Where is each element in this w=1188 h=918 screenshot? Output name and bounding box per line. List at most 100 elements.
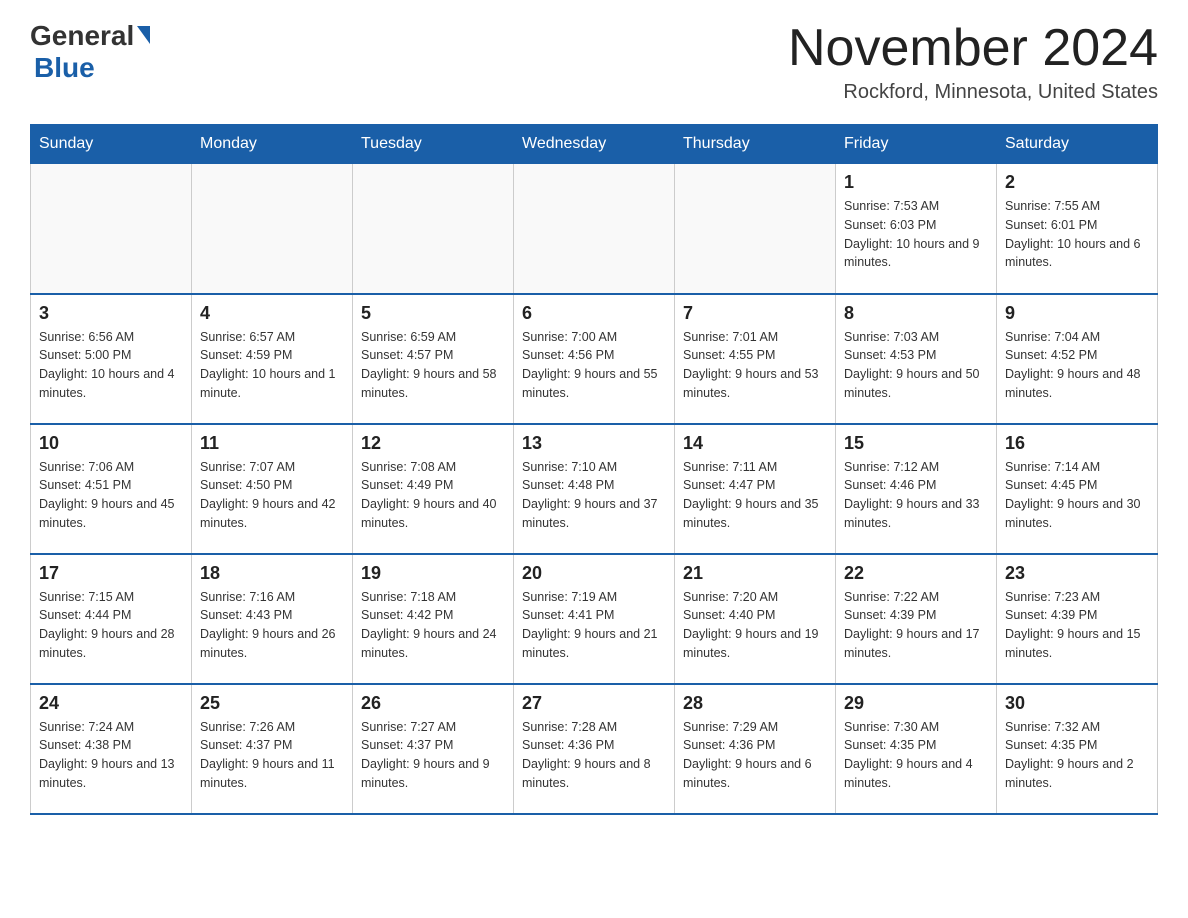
- day-number: 12: [361, 433, 505, 454]
- day-info: Sunrise: 7:00 AMSunset: 4:56 PMDaylight:…: [522, 328, 666, 403]
- day-info: Sunrise: 7:22 AMSunset: 4:39 PMDaylight:…: [844, 588, 988, 663]
- day-info: Sunrise: 7:19 AMSunset: 4:41 PMDaylight:…: [522, 588, 666, 663]
- day-info: Sunrise: 7:24 AMSunset: 4:38 PMDaylight:…: [39, 718, 183, 793]
- day-info: Sunrise: 7:28 AMSunset: 4:36 PMDaylight:…: [522, 718, 666, 793]
- calendar-cell: [675, 164, 836, 294]
- calendar-cell: 18 Sunrise: 7:16 AMSunset: 4:43 PMDayligh…: [192, 554, 353, 684]
- calendar-cell: 13 Sunrise: 7:10 AMSunset: 4:48 PMDayligh…: [514, 424, 675, 554]
- week-row-1: 1 Sunrise: 7:53 AMSunset: 6:03 PMDaylight…: [31, 164, 1158, 294]
- day-number: 27: [522, 693, 666, 714]
- header: General Blue November 2024 Rockford, Min…: [30, 20, 1158, 104]
- calendar-cell: 17 Sunrise: 7:15 AMSunset: 4:44 PMDayligh…: [31, 554, 192, 684]
- calendar-cell: 20 Sunrise: 7:19 AMSunset: 4:41 PMDayligh…: [514, 554, 675, 684]
- day-info: Sunrise: 7:14 AMSunset: 4:45 PMDaylight:…: [1005, 458, 1149, 533]
- calendar-cell: 7Sunrise: 7:01 AMSunset: 4:55 PMDaylight…: [675, 294, 836, 424]
- calendar-cell: 27 Sunrise: 7:28 AMSunset: 4:36 PMDayligh…: [514, 684, 675, 814]
- calendar-cell: 1 Sunrise: 7:53 AMSunset: 6:03 PMDaylight…: [836, 164, 997, 294]
- day-number: 4: [200, 303, 344, 324]
- day-info: Sunrise: 7:23 AMSunset: 4:39 PMDaylight:…: [1005, 588, 1149, 663]
- calendar-cell: 5 Sunrise: 6:59 AMSunset: 4:57 PMDaylight…: [353, 294, 514, 424]
- calendar-cell: 14 Sunrise: 7:11 AMSunset: 4:47 PMDayligh…: [675, 424, 836, 554]
- day-info: Sunrise: 7:04 AMSunset: 4:52 PMDaylight:…: [1005, 328, 1149, 403]
- calendar-cell: 10Sunrise: 7:06 AMSunset: 4:51 PMDayligh…: [31, 424, 192, 554]
- day-info: Sunrise: 7:27 AMSunset: 4:37 PMDaylight:…: [361, 718, 505, 793]
- day-info: Sunrise: 7:08 AMSunset: 4:49 PMDaylight:…: [361, 458, 505, 533]
- calendar-cell: [192, 164, 353, 294]
- weekday-header-thursday: Thursday: [675, 125, 836, 164]
- week-row-2: 3 Sunrise: 6:56 AMSunset: 5:00 PMDaylight…: [31, 294, 1158, 424]
- day-info: Sunrise: 7:29 AMSunset: 4:36 PMDaylight:…: [683, 718, 827, 793]
- day-number: 15: [844, 433, 988, 454]
- logo-general-text: General: [30, 20, 134, 52]
- day-info: Sunrise: 7:55 AMSunset: 6:01 PMDaylight:…: [1005, 197, 1149, 272]
- day-info: Sunrise: 7:10 AMSunset: 4:48 PMDaylight:…: [522, 458, 666, 533]
- day-info: Sunrise: 7:18 AMSunset: 4:42 PMDaylight:…: [361, 588, 505, 663]
- day-info: Sunrise: 7:16 AMSunset: 4:43 PMDaylight:…: [200, 588, 344, 663]
- calendar-cell: 15 Sunrise: 7:12 AMSunset: 4:46 PMDayligh…: [836, 424, 997, 554]
- week-row-5: 24Sunrise: 7:24 AMSunset: 4:38 PMDayligh…: [31, 684, 1158, 814]
- calendar-cell: 9Sunrise: 7:04 AMSunset: 4:52 PMDaylight…: [997, 294, 1158, 424]
- week-row-3: 10Sunrise: 7:06 AMSunset: 4:51 PMDayligh…: [31, 424, 1158, 554]
- weekday-header-monday: Monday: [192, 125, 353, 164]
- calendar-cell: [514, 164, 675, 294]
- weekday-header-sunday: Sunday: [31, 125, 192, 164]
- day-number: 14: [683, 433, 827, 454]
- day-number: 17: [39, 563, 183, 584]
- day-number: 13: [522, 433, 666, 454]
- day-number: 28: [683, 693, 827, 714]
- day-number: 23: [1005, 563, 1149, 584]
- calendar-cell: 8 Sunrise: 7:03 AMSunset: 4:53 PMDaylight…: [836, 294, 997, 424]
- day-number: 30: [1005, 693, 1149, 714]
- day-number: 3: [39, 303, 183, 324]
- calendar-cell: 28 Sunrise: 7:29 AMSunset: 4:36 PMDayligh…: [675, 684, 836, 814]
- day-info: Sunrise: 7:15 AMSunset: 4:44 PMDaylight:…: [39, 588, 183, 663]
- day-info: Sunrise: 7:20 AMSunset: 4:40 PMDaylight:…: [683, 588, 827, 663]
- day-number: 16: [1005, 433, 1149, 454]
- day-info: Sunrise: 7:12 AMSunset: 4:46 PMDaylight:…: [844, 458, 988, 533]
- calendar-cell: 6 Sunrise: 7:00 AMSunset: 4:56 PMDaylight…: [514, 294, 675, 424]
- calendar-cell: 2Sunrise: 7:55 AMSunset: 6:01 PMDaylight…: [997, 164, 1158, 294]
- day-number: 6: [522, 303, 666, 324]
- calendar-cell: 19 Sunrise: 7:18 AMSunset: 4:42 PMDayligh…: [353, 554, 514, 684]
- day-number: 8: [844, 303, 988, 324]
- calendar-cell: 22 Sunrise: 7:22 AMSunset: 4:39 PMDayligh…: [836, 554, 997, 684]
- calendar-cell: 11 Sunrise: 7:07 AMSunset: 4:50 PMDayligh…: [192, 424, 353, 554]
- calendar-cell: 30Sunrise: 7:32 AMSunset: 4:35 PMDayligh…: [997, 684, 1158, 814]
- calendar-cell: 23 Sunrise: 7:23 AMSunset: 4:39 PMDayligh…: [997, 554, 1158, 684]
- day-number: 29: [844, 693, 988, 714]
- day-number: 10: [39, 433, 183, 454]
- day-number: 25: [200, 693, 344, 714]
- day-info: Sunrise: 7:07 AMSunset: 4:50 PMDaylight:…: [200, 458, 344, 533]
- calendar-cell: 21 Sunrise: 7:20 AMSunset: 4:40 PMDayligh…: [675, 554, 836, 684]
- calendar-cell: 26 Sunrise: 7:27 AMSunset: 4:37 PMDayligh…: [353, 684, 514, 814]
- calendar-cell: 25Sunrise: 7:26 AMSunset: 4:37 PMDayligh…: [192, 684, 353, 814]
- day-info: Sunrise: 6:57 AMSunset: 4:59 PMDaylight:…: [200, 328, 344, 403]
- day-number: 19: [361, 563, 505, 584]
- day-number: 1: [844, 172, 988, 193]
- day-info: Sunrise: 7:53 AMSunset: 6:03 PMDaylight:…: [844, 197, 988, 272]
- weekday-header-saturday: Saturday: [997, 125, 1158, 164]
- day-number: 7: [683, 303, 827, 324]
- day-number: 5: [361, 303, 505, 324]
- day-info: Sunrise: 7:30 AMSunset: 4:35 PMDaylight:…: [844, 718, 988, 793]
- day-info: Sunrise: 6:59 AMSunset: 4:57 PMDaylight:…: [361, 328, 505, 403]
- logo-blue-text: Blue: [34, 52, 95, 83]
- calendar-cell: [31, 164, 192, 294]
- day-number: 21: [683, 563, 827, 584]
- calendar-cell: 16 Sunrise: 7:14 AMSunset: 4:45 PMDayligh…: [997, 424, 1158, 554]
- day-number: 11: [200, 433, 344, 454]
- weekday-header-wednesday: Wednesday: [514, 125, 675, 164]
- day-info: Sunrise: 6:56 AMSunset: 5:00 PMDaylight:…: [39, 328, 183, 403]
- week-row-4: 17 Sunrise: 7:15 AMSunset: 4:44 PMDayligh…: [31, 554, 1158, 684]
- day-number: 20: [522, 563, 666, 584]
- day-number: 22: [844, 563, 988, 584]
- calendar-cell: 29 Sunrise: 7:30 AMSunset: 4:35 PMDayligh…: [836, 684, 997, 814]
- day-info: Sunrise: 7:03 AMSunset: 4:53 PMDaylight:…: [844, 328, 988, 403]
- calendar-cell: [353, 164, 514, 294]
- weekday-header-row: SundayMondayTuesdayWednesdayThursdayFrid…: [31, 125, 1158, 164]
- day-info: Sunrise: 7:11 AMSunset: 4:47 PMDaylight:…: [683, 458, 827, 533]
- day-number: 26: [361, 693, 505, 714]
- calendar-cell: 4 Sunrise: 6:57 AMSunset: 4:59 PMDaylight…: [192, 294, 353, 424]
- location-title: Rockford, Minnesota, United States: [788, 81, 1158, 104]
- day-number: 18: [200, 563, 344, 584]
